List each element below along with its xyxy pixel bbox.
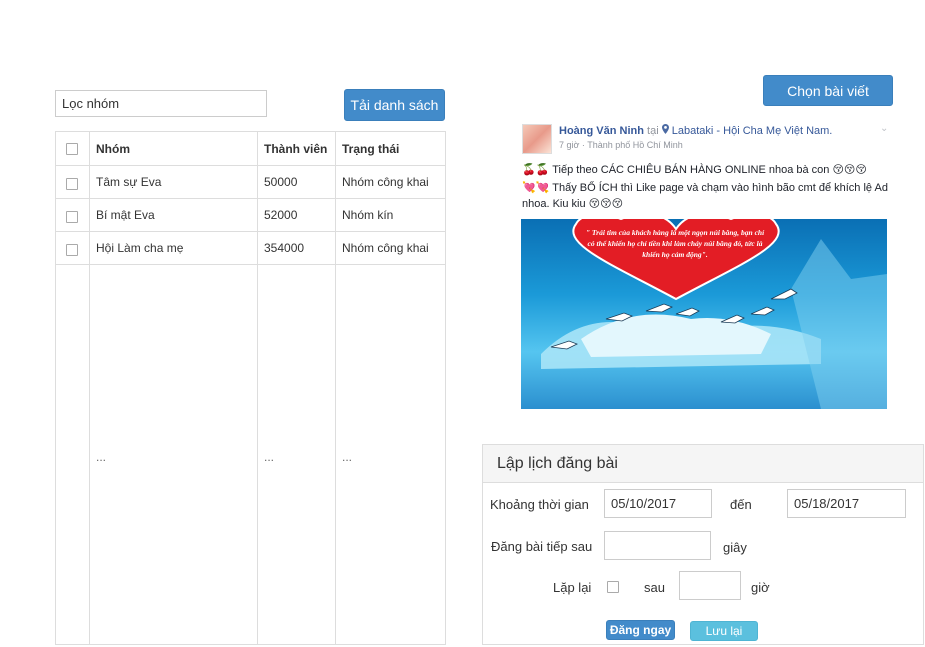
after-label: sau <box>644 580 665 595</box>
seconds-label: giây <box>723 540 747 555</box>
schedule-header: Lập lịch đăng bài <box>483 445 923 483</box>
header-members: Thành viên <box>264 142 328 156</box>
load-list-button[interactable]: Tải danh sách <box>344 89 445 121</box>
post-meta: 7 giờ · Thành phố Hồ Chí Minh <box>559 140 683 150</box>
group-status: Nhóm công khai <box>342 175 429 189</box>
post-location[interactable]: Labataki - Hội Cha Mẹ Việt Nam. <box>672 125 833 137</box>
post-at-word: tại <box>647 125 659 137</box>
post-now-button[interactable]: Đăng ngay <box>606 620 675 640</box>
group-name: Tâm sự Eva <box>96 175 162 189</box>
repeat-checkbox[interactable] <box>607 581 619 593</box>
header-group: Nhóm <box>96 142 130 156</box>
post-image[interactable]: " Trái tim của khách hàng là một ngọn nú… <box>521 219 887 409</box>
to-label: đến <box>730 497 752 512</box>
period-label: Khoảng thời gian <box>490 497 589 512</box>
repeat-label: Lặp lại <box>553 580 592 595</box>
start-date-input[interactable] <box>604 489 712 518</box>
chevron-down-icon[interactable]: ⌄ <box>880 123 888 134</box>
group-filter-input[interactable] <box>55 90 267 117</box>
group-table: Nhóm Thành viên Trạng thái Tâm sự Eva 50… <box>55 131 446 645</box>
row-checkbox[interactable] <box>66 178 78 190</box>
table-row[interactable]: Bí mật Eva 52000 Nhóm kín <box>56 199 445 232</box>
schedule-title: Lập lịch đăng bài <box>497 455 618 472</box>
group-status: Nhóm kín <box>342 208 394 222</box>
repeat-hours-input[interactable] <box>679 571 741 600</box>
header-status: Trạng thái <box>342 142 400 156</box>
row-checkbox[interactable] <box>66 244 78 256</box>
hours-label: giờ <box>751 580 770 595</box>
table-row[interactable]: Hội Làm cha mẹ 354000 Nhóm công khai <box>56 232 445 265</box>
group-name: Bí mật Eva <box>96 208 155 222</box>
next-post-label: Đăng bài tiếp sau <box>491 539 593 554</box>
post-author[interactable]: Hoàng Văn Ninh <box>559 125 644 137</box>
author-avatar <box>522 124 552 154</box>
member-count: 50000 <box>264 175 298 189</box>
row-checkbox[interactable] <box>66 211 78 223</box>
post-text-line-3: nhoa. Kiu kiu 😚😚😚 <box>522 198 624 210</box>
select-all-checkbox[interactable] <box>66 143 78 155</box>
post-text-line-1: 🍒🍒 Tiếp theo CÁC CHIÊU BÁN HÀNG ONLINE n… <box>522 164 867 176</box>
table-header-row: Nhóm Thành viên Trạng thái <box>56 132 445 166</box>
group-ellipsis: ... <box>96 450 107 464</box>
location-pin-icon <box>661 124 672 137</box>
member-count: 354000 <box>264 241 305 255</box>
group-name: Hội Làm cha mẹ <box>96 241 184 255</box>
members-ellipsis: ... <box>264 450 275 464</box>
member-count: 52000 <box>264 208 298 222</box>
post-text-line-2: 💘💘 Thấy BỔ ÍCH thì Like page và chạm vào… <box>522 182 888 194</box>
image-quote: " Trái tim của khách hàng là một ngọn nú… <box>585 228 765 259</box>
post-header: Hoàng Văn Ninh tại Labataki - Hội Cha Mẹ… <box>559 124 832 137</box>
status-ellipsis: ... <box>342 450 353 464</box>
end-date-input[interactable] <box>787 489 906 518</box>
post-preview: Hoàng Văn Ninh tại Labataki - Hội Cha Mẹ… <box>512 118 896 414</box>
next-post-seconds-input[interactable] <box>604 531 711 560</box>
save-button[interactable]: Lưu lại <box>690 621 758 641</box>
choose-post-button[interactable]: Chọn bài viết <box>763 75 893 106</box>
table-row[interactable]: Tâm sự Eva 50000 Nhóm công khai <box>56 166 445 199</box>
schedule-panel: Lập lịch đăng bài Khoảng thời gian đến Đ… <box>482 444 924 645</box>
group-status: Nhóm công khai <box>342 241 429 255</box>
